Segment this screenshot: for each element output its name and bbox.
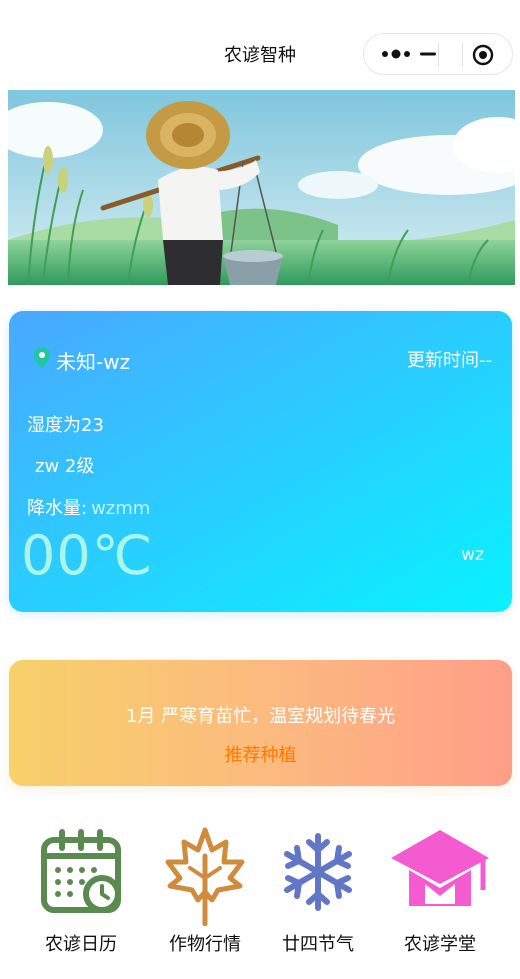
precipitation-label: 降水量: <box>27 498 88 519</box>
feature-school[interactable]: 农谚学堂 <box>375 820 505 960</box>
feature-label-calendar: 农谚日历 <box>45 934 117 955</box>
calendar-icon <box>41 829 121 913</box>
precipitation-row: 降水量: wzmm <box>27 494 150 520</box>
weather-card: 未知-wz 更新时间-- 湿度为23 zw 2级 降水量: wzmm 00℃ wz <box>9 311 512 612</box>
capsule-divider-2 <box>462 43 463 67</box>
temperature-text: 00℃ <box>21 524 154 587</box>
feature-solar-terms[interactable]: 廿四节气 <box>253 820 383 960</box>
leaf-icon <box>165 827 245 926</box>
feature-market[interactable]: 作物行情 <box>140 820 270 960</box>
update-time: 更新时间-- <box>407 350 492 371</box>
wind-text: zw 2级 <box>35 456 95 477</box>
location-pin-icon <box>34 347 50 369</box>
recommend-planting-button[interactable]: 推荐种植 <box>9 741 512 767</box>
feature-label-solar-terms: 廿四节气 <box>282 934 354 955</box>
graduation-cap-icon <box>391 830 489 906</box>
mini-program-capsule <box>363 33 513 75</box>
banner-image <box>8 90 515 285</box>
weather-description: wz <box>461 545 484 565</box>
feature-calendar[interactable]: 农谚日历 <box>16 820 146 960</box>
recommendation-text: 1月 严寒育苗忙，温室规划待春光 <box>125 706 396 727</box>
feature-label-school: 农谚学堂 <box>404 934 476 955</box>
navigation-bar: 农谚智种 <box>0 0 520 90</box>
precipitation-value: wzmm <box>91 498 151 519</box>
close-icon[interactable] <box>472 44 494 66</box>
snowflake-icon <box>284 833 352 911</box>
humidity-text: 湿度为23 <box>27 415 104 436</box>
app-page: 农谚智种 未知-wz 更新时间-- 湿度为23 zw 2级 降水量: wzmm … <box>0 0 520 979</box>
feature-label-market: 作物行情 <box>169 934 241 955</box>
recommendation-card: 1月 严寒育苗忙，温室规划待春光 推荐种植 <box>9 660 512 786</box>
location-text: 未知-wz <box>56 350 131 374</box>
minimize-icon[interactable] <box>414 44 456 64</box>
